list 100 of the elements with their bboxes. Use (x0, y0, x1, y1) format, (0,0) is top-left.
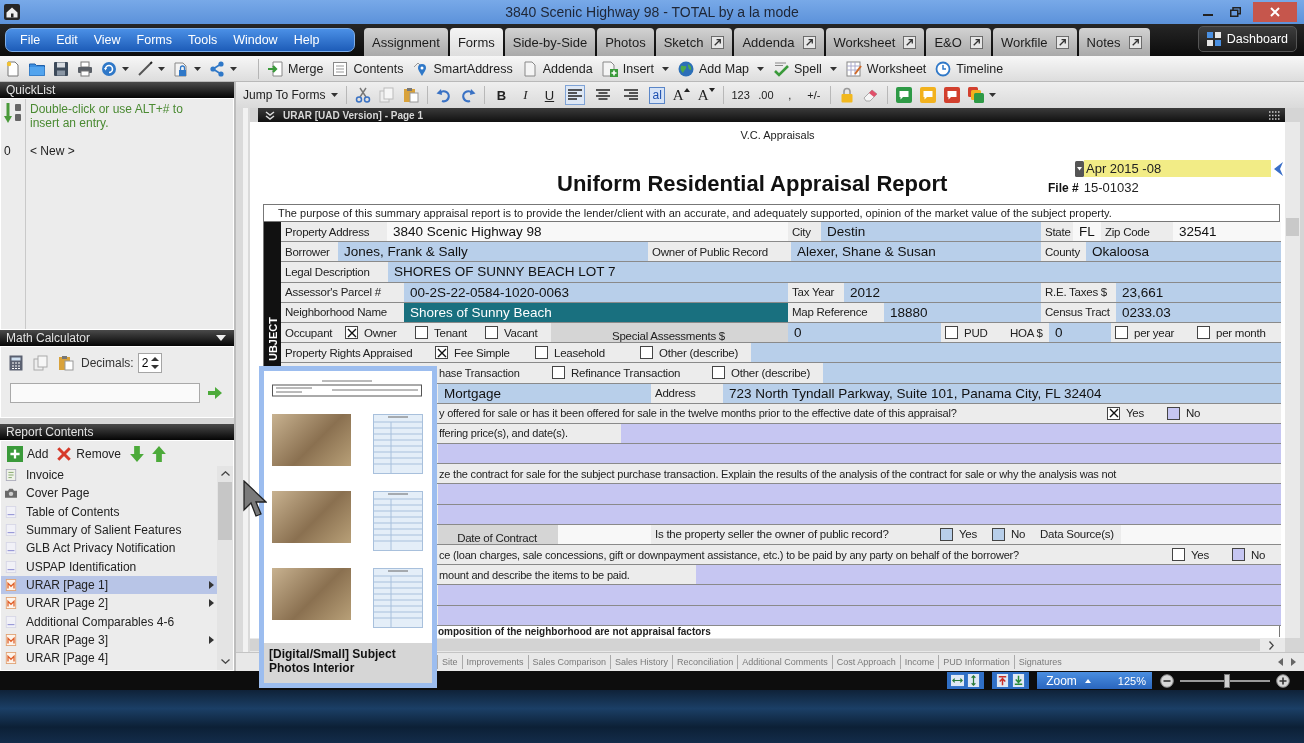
file-number[interactable]: 15-01032 (1083, 180, 1139, 195)
checkbox[interactable] (1167, 406, 1180, 420)
align-button[interactable] (565, 85, 586, 105)
checkbox[interactable] (712, 366, 725, 380)
tab[interactable]: Notes (1078, 28, 1150, 56)
arrow-right-icon[interactable] (208, 387, 222, 399)
caret-icon[interactable] (988, 93, 996, 97)
page-down-icon[interactable] (1012, 674, 1026, 687)
number-format-button[interactable]: , (781, 89, 798, 101)
dropdown-marker-icon[interactable] (1075, 160, 1084, 177)
input-field[interactable] (438, 585, 1281, 605)
calculator-icon[interactable] (8, 355, 24, 371)
comment-icon[interactable] (895, 87, 912, 103)
font-button[interactable]: al (649, 86, 665, 104)
report-item[interactable]: URAR [Page 3] (1, 630, 217, 649)
menu-item[interactable]: Tools (180, 30, 226, 50)
input-field[interactable] (438, 484, 1281, 504)
input-field[interactable] (438, 605, 1281, 625)
form-field[interactable]: SHORES OF SUNNY BEACH LOT 7 (388, 262, 1281, 282)
printer-icon[interactable] (77, 60, 93, 77)
report-item[interactable]: Summary of Salient Features (1, 520, 217, 540)
menu-item[interactable]: Help (285, 30, 328, 50)
caret-icon[interactable] (122, 66, 129, 71)
page-tab[interactable]: Sales Comparison (527, 655, 611, 669)
scrollbar-thumb[interactable] (218, 482, 232, 540)
add-map-button[interactable]: Add Map (678, 57, 765, 80)
caret-icon[interactable] (158, 66, 165, 71)
redo-icon[interactable] (460, 87, 477, 103)
number-format-button[interactable]: 123 (731, 89, 750, 101)
addenda-button[interactable]: Addenda (521, 57, 593, 80)
smart-address-button[interactable]: SmartAddress (412, 57, 513, 80)
checkbox[interactable] (1172, 548, 1185, 562)
form-field[interactable]: 0 (1049, 322, 1111, 343)
report-item[interactable]: Table of Contents (1, 502, 217, 521)
form-field[interactable]: 3840 Scenic Highway 98 (387, 222, 788, 242)
pen-icon[interactable] (137, 60, 153, 77)
date-field[interactable]: Apr 2015 -08 (1084, 160, 1271, 177)
form-field[interactable]: FL (1073, 222, 1101, 242)
form-field[interactable]: Destin (821, 222, 1041, 242)
comment-icon[interactable] (943, 87, 960, 103)
zoom-out-icon[interactable] (1160, 673, 1174, 688)
checkbox[interactable] (535, 346, 548, 360)
spell-button[interactable]: Spell (773, 57, 837, 80)
font-size-button[interactable]: A (697, 86, 715, 104)
remove-button[interactable]: Remove (56, 446, 122, 462)
checkbox[interactable] (415, 326, 428, 340)
caret-icon[interactable] (230, 66, 237, 71)
checkbox[interactable] (1197, 326, 1210, 340)
paste-icon[interactable] (403, 87, 420, 103)
add-button[interactable]: Add (7, 446, 49, 462)
form-field[interactable]: 723 North Tyndall Parkway, Suite 101, Panama City, FL 32404 (723, 383, 1281, 403)
close-icon[interactable] (1253, 2, 1297, 22)
double-chevron-icon[interactable] (265, 110, 275, 120)
timeline-button[interactable]: Timeline (935, 57, 1004, 80)
zoom-button[interactable]: Zoom (1037, 672, 1100, 689)
decimals-spinner[interactable]: 2 (137, 353, 163, 373)
scroll-down-icon[interactable] (220, 659, 230, 664)
input-field[interactable] (621, 423, 1281, 444)
caret-icon[interactable] (194, 66, 201, 71)
report-item[interactable]: Additional Comparables 4-6 (1, 612, 217, 631)
quicklist-entry[interactable]: < New > (30, 144, 75, 158)
menu-item[interactable]: Edit (48, 30, 86, 50)
scroll-up-icon[interactable] (220, 471, 230, 476)
scrollbar-thumb[interactable] (1286, 218, 1299, 236)
checkbox[interactable] (940, 527, 953, 541)
menu-item[interactable]: Forms (128, 30, 180, 50)
insert-button[interactable]: Insert (601, 57, 669, 80)
scrollbar[interactable] (217, 466, 233, 670)
report-item[interactable]: URAR [Page 2] (1, 594, 217, 613)
bold-button[interactable]: B (493, 87, 510, 103)
save-icon[interactable] (53, 60, 69, 77)
folder-icon[interactable] (29, 60, 45, 77)
italic-button[interactable]: I (517, 87, 534, 103)
page-up-icon[interactable] (996, 674, 1010, 687)
checkbox[interactable] (1115, 326, 1128, 340)
input-field[interactable] (823, 363, 1281, 383)
form-field[interactable]: 23,661 (1116, 282, 1281, 302)
tab[interactable]: Forms (449, 28, 503, 56)
page-tab[interactable]: Cost Approach (831, 655, 900, 669)
tab[interactable]: Assignment (364, 28, 448, 56)
report-item[interactable]: Invoice (1, 466, 217, 485)
checkbox[interactable] (1107, 406, 1120, 420)
tab[interactable]: Addenda (734, 28, 824, 56)
input-field[interactable] (1121, 524, 1281, 544)
dashboard-button[interactable]: Dashboard (1197, 26, 1297, 52)
scroll-right-icon[interactable] (1269, 640, 1274, 650)
undo-icon[interactable] (436, 87, 453, 103)
restore-icon[interactable] (1230, 7, 1241, 17)
scroll-right-icon[interactable] (1291, 658, 1296, 666)
share-icon[interactable] (209, 60, 225, 77)
page-tab[interactable]: Income (899, 655, 939, 669)
tab[interactable]: Sketch (655, 28, 733, 56)
menu-item[interactable]: Window (225, 30, 286, 50)
form-field[interactable]: Alexer, Shane & Susan (791, 242, 1041, 262)
number-format-button[interactable]: .00 (757, 89, 774, 101)
input-field[interactable] (10, 383, 200, 403)
tab[interactable]: Side-by-Side (504, 28, 596, 56)
checkbox[interactable] (945, 326, 958, 340)
paste-icon[interactable] (58, 355, 74, 371)
form-field[interactable]: Jones, Frank & Sally (338, 242, 648, 262)
